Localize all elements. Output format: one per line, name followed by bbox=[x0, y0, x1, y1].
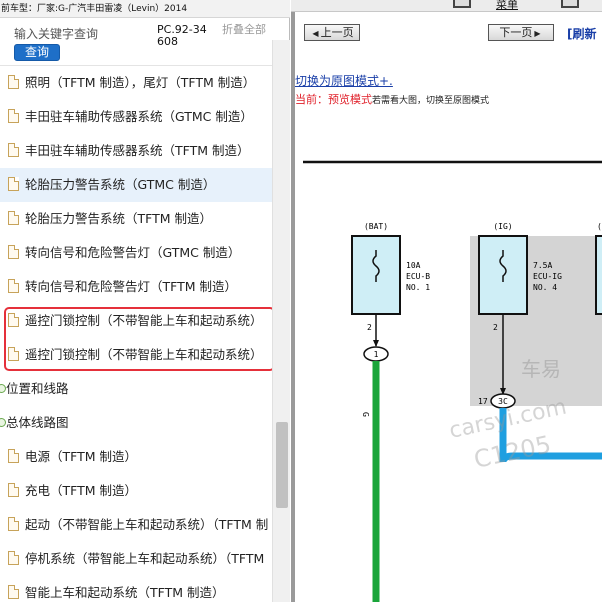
tree-item-label: 丰田驻车辅助传感器系统（GTMC 制造） bbox=[25, 109, 253, 124]
tree-document-item[interactable]: 轮胎压力警告系统（GTMC 制造） bbox=[0, 168, 272, 202]
next-page-button[interactable]: 下一页 ▶ bbox=[488, 24, 554, 41]
left-panel: 前车型：厂家:G-广汽丰田雷凌（Levin）2014 查询 PC.92-3460… bbox=[0, 0, 290, 602]
fuse-source-label: ( bbox=[597, 222, 602, 231]
status-hint: 若需看大图，切换至原图模式 bbox=[372, 96, 490, 106]
tree-document-item[interactable]: 转向信号和危险警告灯（TFTM 制造） bbox=[0, 270, 272, 304]
tree-document-item[interactable]: 丰田驻车辅助传感器系统（GTMC 制造） bbox=[0, 100, 272, 134]
view-mode-status: 当前：预览模式若需看大图，切换至原图模式 bbox=[295, 91, 489, 107]
window-icon[interactable] bbox=[453, 0, 471, 8]
tree-document-item[interactable]: 停机系统（带智能上车和起动系统）（TFTM bbox=[0, 542, 272, 576]
tree-document-item[interactable]: 充电（TFTM 制造） bbox=[0, 474, 272, 508]
wiring-diagram: (BAT) 10A ECU-B NO. 1 2 1 G (IG) 7.5A EC… bbox=[303, 160, 602, 602]
menu-link[interactable]: 菜单 bbox=[496, 0, 518, 12]
fuse-name: ECU-B bbox=[406, 272, 430, 281]
tree-item-label: 电源（TFTM 制造） bbox=[25, 449, 137, 464]
fuse-box-bat bbox=[351, 235, 401, 315]
fuse-source-label: (IG) bbox=[493, 222, 512, 231]
document-icon bbox=[8, 177, 19, 191]
vehicle-model-bar: 前车型：厂家:G-广汽丰田雷凌（Levin）2014 bbox=[0, 0, 290, 18]
document-icon bbox=[8, 211, 19, 225]
document-icon bbox=[8, 245, 19, 259]
search-area: 查询 PC.92-34608 折叠全部 bbox=[0, 19, 272, 65]
document-icon bbox=[8, 585, 19, 599]
tree-item-label: 轮胎压力警告系统（GTMC 制造） bbox=[25, 177, 216, 192]
tree-document-item[interactable]: 智能上车和起动系统（TFTM 制造） bbox=[0, 576, 272, 602]
fuse-pin: 2 bbox=[367, 323, 372, 332]
tree-item-label: 停机系统（带智能上车和起动系统）（TFTM bbox=[25, 551, 265, 566]
document-icon bbox=[8, 75, 19, 89]
tree-item-label: 转向信号和危险警告灯（GTMC 制造） bbox=[25, 245, 241, 260]
tree-item-label: 充电（TFTM 制造） bbox=[25, 483, 137, 498]
tree-document-item[interactable]: 起动（不带智能上车和起动系统）（TFTM 制 bbox=[0, 508, 272, 542]
connector-label: 3C bbox=[498, 397, 508, 406]
document-icon bbox=[8, 551, 19, 565]
tree-item-label: 丰田驻车辅助传感器系统（TFTM 制造） bbox=[25, 143, 250, 158]
tree-document-item[interactable]: 丰田驻车辅助传感器系统（TFTM 制造） bbox=[0, 134, 272, 168]
document-icon bbox=[8, 517, 19, 531]
tree-document-item[interactable]: 轮胎压力警告系统（TFTM 制造） bbox=[0, 202, 272, 236]
document-icon bbox=[8, 109, 19, 123]
tree-item-label: 照明（TFTM 制造），尾灯（TFTM 制造） bbox=[25, 75, 256, 90]
fuse-rating: 7.5A bbox=[533, 261, 552, 270]
document-code-label: PC.92-34608 bbox=[157, 23, 207, 48]
window-icon[interactable] bbox=[561, 0, 579, 8]
document-icon bbox=[8, 143, 19, 157]
watermark-text: 车易 bbox=[521, 357, 561, 381]
tree-scrollbar[interactable] bbox=[272, 40, 290, 602]
arrow-down-icon bbox=[373, 340, 379, 347]
connector-pin: 17 bbox=[478, 397, 488, 406]
fuse-rating: 10A bbox=[406, 261, 421, 270]
switch-to-original-link[interactable]: 切换为原图模式+. bbox=[295, 72, 393, 89]
tree-document-item[interactable]: 转向信号和危险警告灯（GTMC 制造） bbox=[0, 236, 272, 270]
document-icon bbox=[8, 483, 19, 497]
tree-document-item[interactable]: 电源（TFTM 制造） bbox=[0, 440, 272, 474]
prev-page-button[interactable]: ◀ 上一页 bbox=[304, 24, 360, 41]
fuse-source-label: (BAT) bbox=[364, 222, 388, 231]
tree-folder-item[interactable]: 位置和线路 bbox=[0, 372, 272, 406]
triangle-right-icon: ▶ bbox=[534, 29, 541, 38]
status-current-mode: 当前：预览模式 bbox=[295, 93, 372, 106]
fuse-name: ECU-IG bbox=[533, 272, 562, 281]
diagram-viewer: 菜单 ◀ 上一页 下一页 ▶ [刷新 切换为原图模式+. 当前：预览模式若需看大图，… bbox=[291, 0, 602, 602]
collapse-all-button[interactable]: 折叠全部 bbox=[222, 24, 270, 36]
search-input[interactable] bbox=[14, 25, 146, 43]
fuse-box-partial bbox=[595, 235, 602, 315]
tree-item-label: 位置和线路 bbox=[6, 381, 69, 396]
triangle-left-icon: ◀ bbox=[312, 29, 319, 38]
tree-folder-item[interactable]: 总体线路图 bbox=[0, 406, 272, 440]
fuse-pin: 2 bbox=[493, 323, 498, 332]
tree-item-label: 智能上车和起动系统（TFTM 制造） bbox=[25, 585, 225, 600]
red-highlight-annotation bbox=[4, 307, 275, 371]
tree-item-label: 轮胎压力警告系统（TFTM 制造） bbox=[25, 211, 213, 226]
tree-item-label: 转向信号和危险警告灯（TFTM 制造） bbox=[25, 279, 238, 294]
fuse-number: NO. 4 bbox=[533, 283, 557, 292]
fuse-box-ig bbox=[478, 235, 528, 315]
document-icon bbox=[8, 449, 19, 463]
search-button[interactable]: 查询 bbox=[14, 44, 60, 61]
prev-page-label: 上一页 bbox=[320, 26, 354, 39]
scrollbar-thumb[interactable] bbox=[276, 422, 288, 508]
document-icon bbox=[8, 279, 19, 293]
fuse-number: NO. 1 bbox=[406, 283, 430, 292]
tree-item-label: 总体线路图 bbox=[6, 415, 69, 430]
refresh-link[interactable]: [刷新 bbox=[567, 25, 597, 42]
wire-color-label: G bbox=[361, 412, 370, 417]
top-menu-strip: 菜单 bbox=[291, 0, 602, 12]
connector-label: 1 bbox=[374, 350, 379, 359]
next-page-label: 下一页 bbox=[499, 26, 533, 39]
tree-item-label: 起动（不带智能上车和起动系统）（TFTM 制 bbox=[25, 517, 269, 532]
tree-document-item[interactable]: 照明（TFTM 制造），尾灯（TFTM 制造） bbox=[0, 66, 272, 100]
